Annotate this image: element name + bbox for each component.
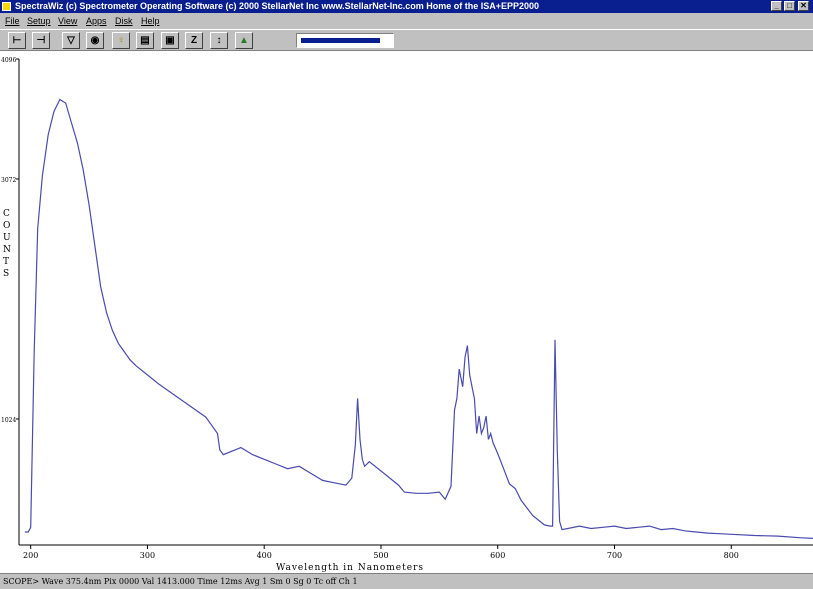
menu-bar: File Setup View Apps Disk Help — [0, 13, 813, 29]
y-tick-label: 4096 — [1, 57, 16, 64]
maximize-button[interactable]: □ — [784, 1, 795, 11]
y-axis-title-letter: U — [3, 233, 12, 243]
menu-disk[interactable]: Disk — [115, 13, 133, 29]
x-tick-label: 600 — [490, 551, 505, 560]
status-bar: SCOPE> Wave 375.4nm Pix 0000 Val 1413.00… — [0, 573, 813, 589]
app-icon[interactable] — [2, 2, 11, 11]
y-axis-title-letter: S — [3, 269, 10, 279]
bracket-left-icon: ⊢ — [12, 35, 22, 46]
filter-button[interactable]: ▽ — [62, 32, 80, 49]
x-axis-title: Wavelength in Nanometers — [276, 563, 424, 573]
menu-help[interactable]: Help — [141, 13, 160, 29]
window-title-bar: SpectraWiz (c) Spectrometer Operating So… — [0, 0, 813, 13]
menu-setup[interactable]: Setup — [27, 13, 51, 29]
x-tick-label: 800 — [724, 551, 739, 560]
spectrum-line — [24, 98, 813, 539]
spectrum-plot[interactable]: 200 300 400 500 600 700 800 1024 3072 4096 Wavele… — [0, 51, 813, 573]
menu-apps[interactable]: Apps — [86, 13, 107, 29]
lightbulb-button[interactable]: ♀ — [112, 32, 130, 49]
integration-slider[interactable] — [296, 33, 394, 48]
spectrum-chart: 200 300 400 500 600 700 800 1024 3072 4096 Wavele… — [1, 57, 813, 573]
save-disk-button[interactable]: ▣ — [161, 32, 179, 49]
target-icon: ◉ — [90, 35, 100, 46]
bracket-left-button[interactable]: ⊢ — [8, 32, 26, 49]
x-tick-label: 700 — [607, 551, 622, 560]
y-axis-title-letter: T — [3, 257, 10, 267]
chart-button[interactable]: ▲ — [235, 32, 253, 49]
zoom-z-icon: Z — [190, 35, 198, 46]
x-tick-label: 400 — [257, 551, 272, 560]
window-title: SpectraWiz (c) Spectrometer Operating So… — [15, 1, 539, 11]
menu-file[interactable]: File — [5, 13, 20, 29]
scale-updown-icon: ↕ — [216, 35, 222, 46]
x-tick-label: 200 — [23, 551, 38, 560]
bracket-right-icon: ⊣ — [36, 35, 46, 46]
printer-button[interactable]: ▤ — [136, 32, 154, 49]
lightbulb-icon: ♀ — [117, 35, 125, 46]
minimize-button[interactable]: _ — [771, 1, 782, 11]
bracket-right-button[interactable]: ⊣ — [32, 32, 50, 49]
toolbar: ⊢ ⊣ ▽ ◉ ♀ ▤ ▣ Z ↕ ▲ — [0, 29, 813, 51]
y-tick-label: 3072 — [1, 177, 16, 184]
filter-icon: ▽ — [67, 35, 75, 46]
slider-fill — [301, 38, 380, 43]
x-tick-label: 300 — [140, 551, 155, 560]
y-tick-label: 1024 — [1, 417, 16, 424]
chart-icon: ▲ — [239, 35, 249, 46]
y-axis-title: COUNTS — [3, 209, 12, 279]
target-button[interactable]: ◉ — [86, 32, 104, 49]
y-axis-title-letter: N — [3, 245, 12, 255]
zoom-button[interactable]: Z — [185, 32, 203, 49]
y-axis-title-letter: O — [3, 221, 11, 231]
close-button[interactable]: ✕ — [798, 1, 809, 11]
y-axis-title-letter: C — [3, 209, 11, 219]
printer-icon: ▤ — [140, 35, 150, 46]
save-disk-icon: ▣ — [165, 35, 175, 46]
menu-view[interactable]: View — [58, 13, 77, 29]
x-tick-label: 500 — [373, 551, 388, 560]
scale-button[interactable]: ↕ — [210, 32, 228, 49]
